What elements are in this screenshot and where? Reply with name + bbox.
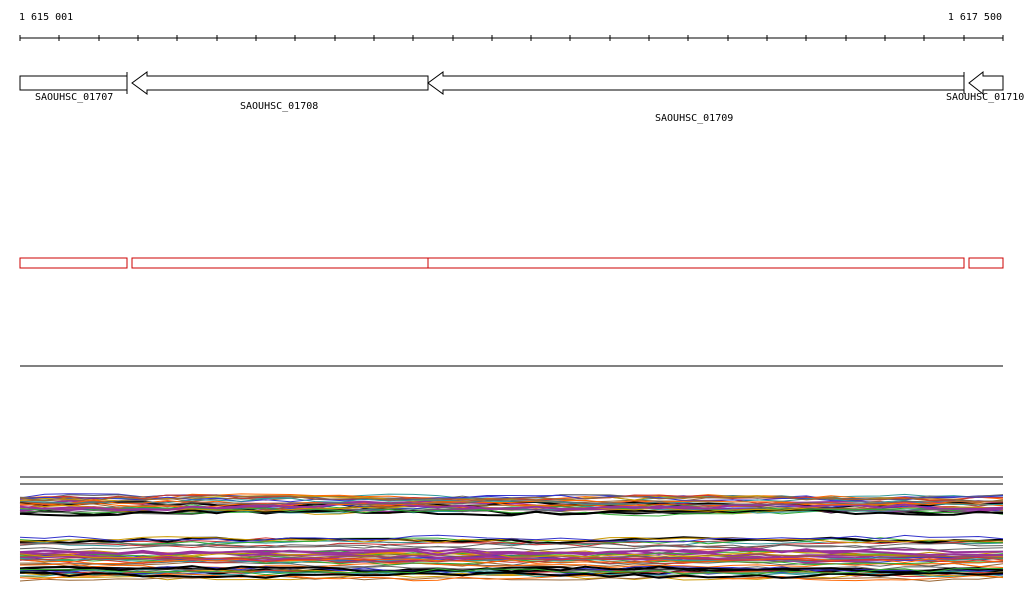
- gene-label: SAOUHSC_01709: [655, 113, 733, 124]
- region-box[interactable]: [427, 257, 965, 269]
- region-box[interactable]: [19, 257, 128, 269]
- gene-feature-saouhsc-01710[interactable]: [968, 70, 1004, 96]
- gene-feature-saouhsc-01708[interactable]: [131, 71, 429, 95]
- tracks-canvas: SAOUHSC_01707 SAOUHSC_01708 SAOUHSC_0170…: [19, 35, 1024, 582]
- gene-feature-saouhsc-01707[interactable]: [19, 75, 128, 91]
- gene-label: SAOUHSC_01708: [240, 101, 318, 112]
- gene-label: SAOUHSC_01707: [35, 92, 113, 103]
- read-coverage-track-upper: [19, 493, 1004, 517]
- genome-viewer: 1 615 001 1 617 500 SAOUHSC_01707 SAOUHS…: [0, 0, 1024, 611]
- gene-feature-saouhsc-01709[interactable]: [427, 71, 965, 95]
- region-box[interactable]: [968, 257, 1004, 269]
- gene-label: SAOUHSC_01710: [946, 92, 1024, 103]
- region-box[interactable]: [131, 257, 429, 269]
- region-track: [19, 257, 1004, 269]
- read-coverage-track-lower: [19, 534, 1004, 582]
- gene-track: SAOUHSC_01707 SAOUHSC_01708 SAOUHSC_0170…: [19, 70, 1024, 124]
- coordinate-ruler: [19, 35, 1004, 41]
